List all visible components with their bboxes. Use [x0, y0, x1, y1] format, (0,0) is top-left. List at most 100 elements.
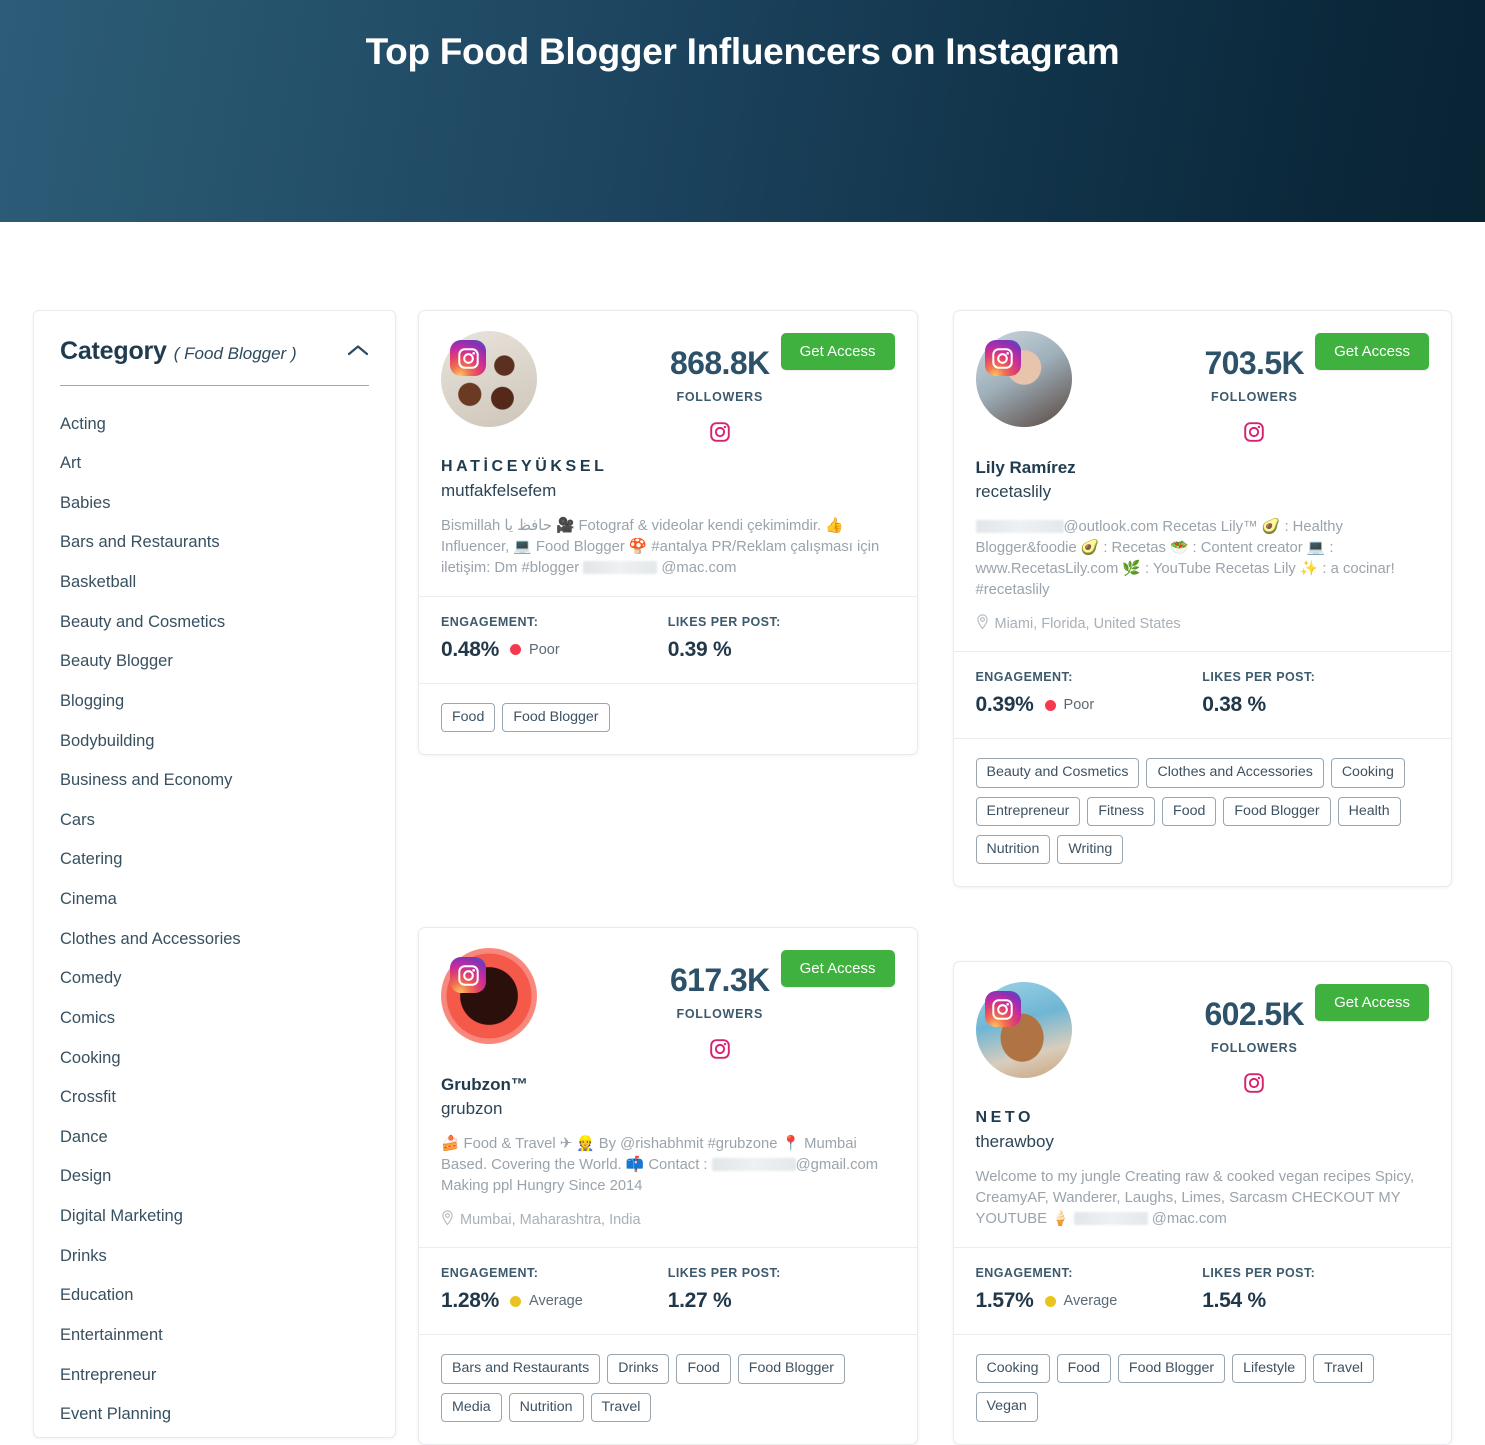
category-item-comedy[interactable]: Comedy — [34, 959, 395, 999]
engagement-value-row: 0.39% Poor — [976, 693, 1203, 717]
engagement-value-row: 0.48% Poor — [441, 638, 668, 662]
follower-label: FOLLOWERS — [676, 390, 764, 404]
instagram-platform-icon[interactable] — [1243, 1072, 1265, 1094]
tag-chip[interactable]: Food Blogger — [737, 1354, 845, 1384]
category-item-cars[interactable]: Cars — [34, 800, 395, 840]
category-title: Category — [60, 337, 167, 365]
tag-chip[interactable]: Media — [441, 1392, 502, 1423]
tag-chip[interactable]: Vegan — [975, 1392, 1038, 1422]
category-item-acting[interactable]: Acting — [34, 404, 395, 444]
likes-per-post-label: LIKES PER POST: — [1202, 1266, 1316, 1281]
instagram-badge-icon — [450, 957, 486, 994]
tag-chip[interactable]: Food — [1162, 796, 1217, 826]
likes-per-post-metric: LIKES PER POST: 0.38 % — [1202, 670, 1429, 717]
tag-chip[interactable]: Cooking — [1330, 758, 1405, 788]
tag-chip[interactable]: Food Blogger — [502, 702, 610, 733]
follower-label: FOLLOWERS — [1210, 390, 1298, 404]
tag-chip[interactable]: Clothes and Accessories — [1146, 758, 1324, 788]
location-text: Mumbai, Maharashtra, India — [460, 1212, 641, 1229]
influencer-handle: grubzon — [441, 1099, 503, 1119]
tag-chip[interactable]: Entrepreneur — [975, 796, 1081, 826]
category-item-entrepreneur[interactable]: Entrepreneur — [34, 1355, 395, 1395]
category-header: Category ( Food Blogger ) — [34, 337, 395, 366]
engagement-quality: Poor — [510, 642, 560, 658]
category-item-crossfit[interactable]: Crossfit — [34, 1078, 395, 1118]
tag-chip[interactable]: Cooking — [975, 1354, 1050, 1384]
category-item-comics[interactable]: Comics — [34, 998, 395, 1038]
likes-per-post-label: LIKES PER POST: — [667, 614, 781, 629]
category-item-catering[interactable]: Catering — [34, 840, 395, 880]
instagram-platform-icon[interactable] — [709, 421, 731, 443]
likes-value-row: 0.38 % — [1202, 693, 1429, 717]
category-item-cinema[interactable]: Cinema — [34, 880, 395, 920]
category-item-design[interactable]: Design — [34, 1157, 395, 1197]
category-item-basketball[interactable]: Basketball — [34, 563, 395, 603]
category-item-art[interactable]: Art — [34, 444, 395, 484]
category-item-digital-marketing[interactable]: Digital Marketing — [34, 1197, 395, 1237]
chevron-up-icon[interactable] — [347, 343, 369, 357]
category-item-cooking[interactable]: Cooking — [34, 1038, 395, 1078]
influencer-handle: recetaslily — [975, 482, 1052, 502]
tag-chip[interactable]: Food Blogger — [1117, 1354, 1226, 1384]
redacted-email — [711, 1158, 796, 1172]
tag-chip[interactable]: Lifestyle — [1232, 1354, 1307, 1384]
influencer-name: HATİCEYÜKSEL — [441, 458, 608, 475]
tag-chip[interactable]: Travel — [590, 1392, 652, 1423]
category-item-business-and-economy[interactable]: Business and Economy — [34, 761, 395, 801]
get-access-button[interactable]: Get Access — [1315, 984, 1429, 1022]
engagement-label: ENGAGEMENT: — [441, 614, 539, 629]
avatar-wrapper — [975, 331, 1080, 427]
category-item-drinks[interactable]: Drinks — [34, 1236, 395, 1276]
influencer-card: 602.5K FOLLOWERS Get Access NETO therawboy We… — [952, 961, 1452, 1445]
tag-list: Bars and Restaurants Drinks Food Food Blogg… — [419, 1334, 917, 1444]
tag-chip[interactable]: Fitness — [1087, 796, 1156, 826]
category-item-bars-and-restaurants[interactable]: Bars and Restaurants — [34, 523, 395, 563]
category-item-babies[interactable]: Babies — [34, 483, 395, 523]
get-access-button[interactable]: Get Access — [1315, 333, 1429, 370]
tag-chip[interactable]: Food Blogger — [1223, 796, 1331, 826]
category-item-beauty-blogger[interactable]: Beauty Blogger — [34, 642, 395, 682]
category-item-dance[interactable]: Dance — [34, 1117, 395, 1157]
bio-text-after: @mac.com — [1147, 1211, 1227, 1228]
category-item-entertainment[interactable]: Entertainment — [34, 1315, 395, 1355]
tag-chip[interactable]: Bars and Restaurants — [441, 1354, 601, 1384]
tag-chip[interactable]: Beauty and Cosmetics — [975, 758, 1140, 788]
likes-per-post-value: 0.39 % — [667, 637, 732, 661]
likes-value-row: 0.39 % — [668, 638, 895, 662]
engagement-value: 1.57% — [975, 1289, 1034, 1313]
tag-list: Cooking Food Food Blogger Lifestyle Travel Ve… — [953, 1334, 1451, 1444]
page-header: Top Food Blogger Influencers on Instagra… — [0, 0, 1485, 222]
tag-chip[interactable]: Nutrition — [508, 1392, 584, 1423]
get-access-button[interactable]: Get Access — [780, 333, 895, 370]
page-body: Category ( Food Blogger ) Acting Art Babie… — [0, 222, 1485, 1445]
influencer-name: Grubzon™ — [441, 1075, 528, 1095]
tag-chip[interactable]: Travel — [1313, 1354, 1375, 1384]
instagram-platform-icon[interactable] — [709, 1038, 731, 1060]
metrics-row: ENGAGEMENT: 0.48% Poor LIKES PER POST: 0.39 … — [419, 595, 917, 683]
follower-label: FOLLOWERS — [676, 1007, 764, 1022]
tag-chip[interactable]: Food — [1056, 1354, 1111, 1384]
tag-chip[interactable]: Food — [441, 702, 496, 733]
tag-chip[interactable]: Nutrition — [975, 834, 1051, 865]
avatar-wrapper — [975, 982, 1080, 1079]
category-item-beauty-and-cosmetics[interactable]: Beauty and Cosmetics — [34, 602, 395, 642]
get-access-button[interactable]: Get Access — [780, 950, 895, 988]
category-item-event-planning[interactable]: Event Planning — [34, 1395, 395, 1435]
quality-label: Average — [529, 1293, 583, 1310]
likes-per-post-metric: LIKES PER POST: 1.27 % — [668, 1266, 895, 1313]
instagram-platform-icon[interactable] — [1243, 421, 1265, 443]
category-item-clothes-and-accessories[interactable]: Clothes and Accessories — [34, 919, 395, 959]
category-item-bodybuilding[interactable]: Bodybuilding — [34, 721, 395, 761]
redacted-email — [583, 560, 658, 574]
instagram-badge-icon — [984, 340, 1021, 376]
tag-chip[interactable]: Food — [676, 1354, 731, 1384]
tag-chip[interactable]: Writing — [1057, 834, 1124, 865]
tag-chip[interactable]: Drinks — [607, 1354, 670, 1384]
location-pin-icon — [441, 1210, 454, 1230]
tag-chip[interactable]: Health — [1337, 796, 1401, 826]
tag-list: Beauty and Cosmetics Clothes and Accessor… — [953, 738, 1451, 886]
category-item-blogging[interactable]: Blogging — [34, 681, 395, 721]
category-item-education[interactable]: Education — [34, 1276, 395, 1316]
category-list: Acting Art Babies Bars and Restaurants Baske… — [34, 386, 395, 1434]
influencer-bio: @outlook.com Recetas Lily™ 🥑 : Healthy B… — [975, 517, 1430, 601]
